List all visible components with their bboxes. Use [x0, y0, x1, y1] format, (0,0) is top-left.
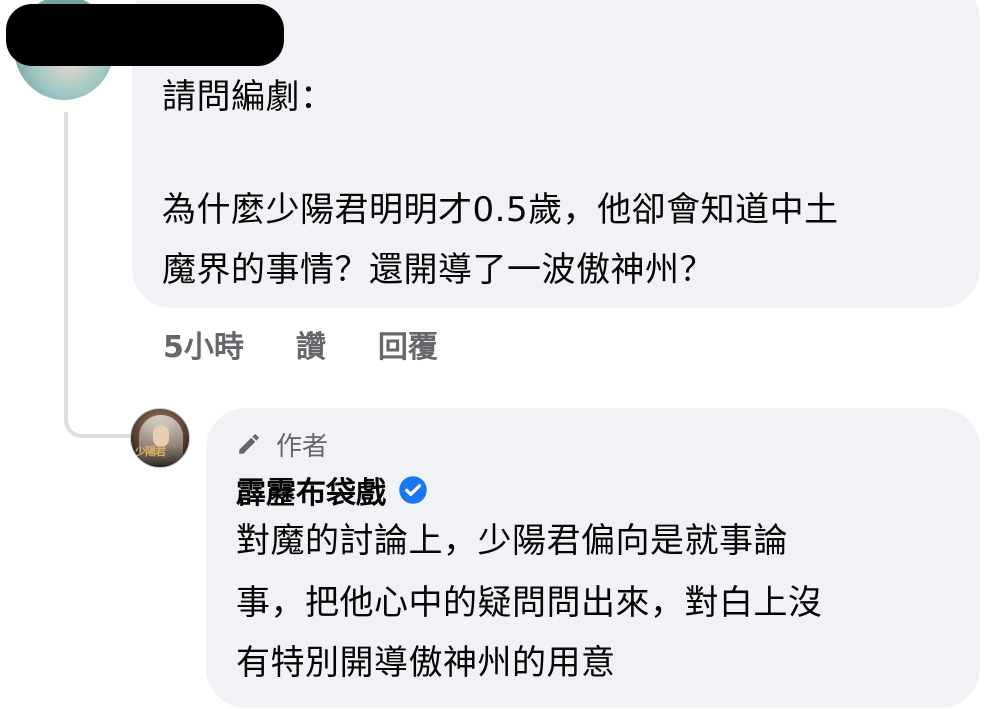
comment-text-line: 魔界的事情？還開導了一波傲神州？: [162, 250, 714, 290]
reply-text-line: 有特別開導傲神州的用意: [236, 643, 616, 683]
thread-connector-line: [64, 112, 136, 438]
pencil-icon: [239, 434, 259, 454]
comment-timestamp[interactable]: 5小時: [163, 322, 244, 366]
reply-text-line: 事，把他心中的疑問問出來，對白上沒: [236, 583, 823, 623]
like-button[interactable]: 讚: [296, 322, 326, 366]
author-badge: 作者: [236, 426, 328, 462]
comment-actions: 5小時 讚 回覆: [163, 322, 438, 366]
author-name-link[interactable]: 霹靂布袋戲: [236, 468, 386, 512]
comment-text-line: 為什麼少陽君明明才0.5歲，他卻會知道中土: [162, 190, 839, 230]
avatar-logo-text: 少陽君: [135, 445, 166, 458]
author-avatar[interactable]: 少陽君: [130, 408, 190, 468]
author-name-row: 霹靂布袋戲: [236, 468, 428, 512]
reply-text-line: 對魔的討論上，少陽君偏向是就事論: [236, 521, 788, 561]
verified-badge-icon: [398, 475, 428, 505]
comment-text-line: 請問編劇：: [162, 77, 335, 117]
redacted-commenter-name: [6, 4, 284, 66]
reply-button[interactable]: 回覆: [378, 322, 438, 366]
author-badge-label: 作者: [276, 431, 329, 462]
